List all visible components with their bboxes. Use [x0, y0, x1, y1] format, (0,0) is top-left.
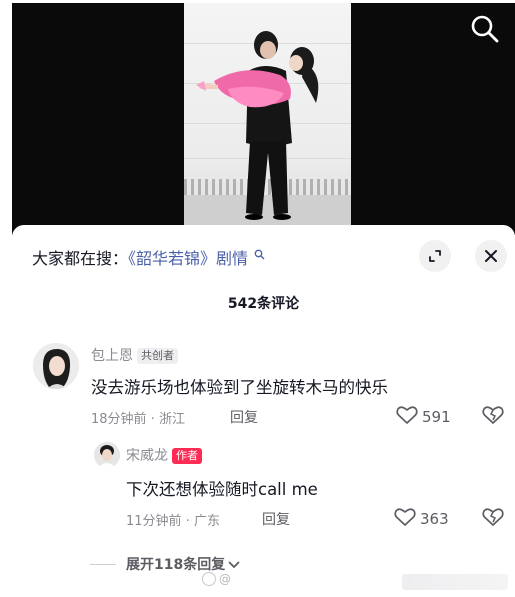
- weibo-logo-icon: [202, 572, 216, 586]
- cocreator-badge: 共创者: [137, 348, 178, 364]
- avatar[interactable]: [33, 343, 79, 389]
- heart-icon: [394, 507, 416, 531]
- broken-heart-icon[interactable]: [482, 507, 504, 531]
- reply-time-location: 11分钟前 · 广东: [126, 514, 220, 529]
- comment-item: 包上恩 共创者 没去游乐场也体验到了坐旋转木马的快乐 18分钟前 · 浙江 回复 …: [12, 343, 515, 433]
- expand-icon[interactable]: [419, 240, 451, 272]
- like-count: 591: [422, 408, 451, 426]
- expand-replies-label: 展开118条回复: [126, 557, 226, 573]
- chevron-down-icon: [228, 555, 240, 574]
- expand-replies-button[interactable]: 展开118条回复: [90, 554, 240, 574]
- reply-button[interactable]: 回复: [262, 509, 290, 529]
- comment-time-location: 18分钟前 · 浙江: [91, 412, 185, 427]
- video-figures-image: [196, 31, 319, 220]
- author-badge: 作者: [172, 448, 202, 464]
- comment-sheet: 大家都在搜：《韶华若锦》剧情 542条评论 包上恩 共创者 没去游乐场也体验到了…: [12, 225, 515, 597]
- heart-icon: [396, 405, 418, 429]
- video-player[interactable]: [12, 3, 515, 235]
- watermark-text: @: [219, 572, 231, 586]
- comment-count: 542条评论: [227, 296, 300, 312]
- reply-text: 下次还想体验随时call me: [126, 480, 318, 499]
- like-button[interactable]: 591: [396, 405, 451, 429]
- search-icon[interactable]: [469, 13, 501, 45]
- comment-text: 没去游乐场也体验到了坐旋转木马的快乐: [91, 378, 388, 397]
- hot-search-prefix: 大家都在搜：: [32, 249, 129, 268]
- comment-author-name: 包上恩: [91, 348, 133, 364]
- reply-author[interactable]: 宋威龙 作者: [126, 445, 202, 465]
- sheet-header: 大家都在搜：《韶华若锦》剧情: [12, 225, 515, 283]
- hot-search-icon: [254, 245, 265, 264]
- like-count: 363: [420, 510, 449, 528]
- broken-heart-icon[interactable]: [482, 405, 504, 429]
- like-button[interactable]: 363: [394, 507, 449, 531]
- reply-button[interactable]: 回复: [230, 407, 258, 427]
- watermark-blur: [402, 574, 508, 590]
- comment-author[interactable]: 包上恩 共创者: [91, 345, 178, 365]
- avatar[interactable]: [94, 442, 120, 468]
- close-icon[interactable]: [475, 240, 507, 272]
- reply-author-name: 宋威龙: [126, 448, 168, 464]
- hot-search-link[interactable]: 大家都在搜：《韶华若锦》剧情: [32, 245, 265, 269]
- divider: [90, 563, 116, 565]
- reply-item: 宋威龙 作者 下次还想体验随时call me 11分钟前 · 广东 回复 363: [12, 442, 515, 532]
- video-frame: [184, 3, 351, 225]
- hot-search-keyword: 《韶华若锦》剧情: [128, 249, 249, 268]
- watermark: @: [202, 572, 231, 586]
